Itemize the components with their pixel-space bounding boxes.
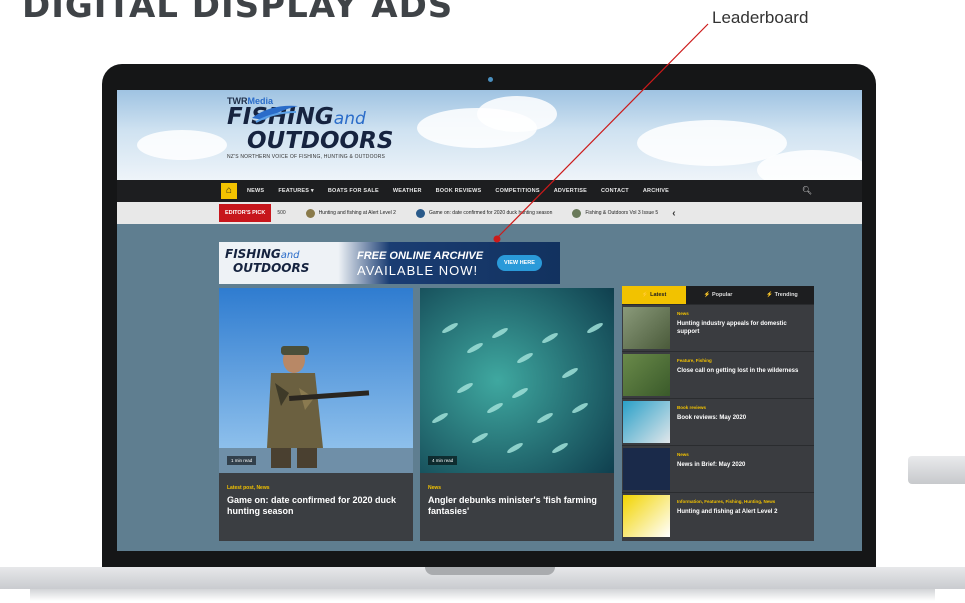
sidebar-tabs-widget: ⚡ Latest ⚡ Popular ⚡ Trending News Hunti… <box>622 286 814 541</box>
view-here-button[interactable]: VIEW HERE <box>497 255 542 271</box>
ticker-item[interactable]: Game on: date confirmed for 2020 duck hu… <box>415 208 553 218</box>
sidebar-article[interactable]: Book reviews Book reviews: May 2020 <box>622 398 814 445</box>
sidebar-tab-row: ⚡ Latest ⚡ Popular ⚡ Trending <box>622 286 814 304</box>
leaderboard-ad[interactable]: FISHINGand OUTDOORS FREE ONLINE ARCHIVE … <box>219 242 560 284</box>
hunter-photo <box>219 288 413 473</box>
ticker-item-text: Game on: date confirmed for 2020 duck hu… <box>428 210 553 216</box>
tab-latest[interactable]: ⚡ Latest <box>622 286 686 304</box>
card-category[interactable]: News <box>428 485 606 491</box>
nav-news[interactable]: NEWS <box>247 188 264 194</box>
article-title[interactable]: Hunting and fishing at Alert Level 2 <box>677 508 809 516</box>
nav-features[interactable]: FEATURES ▾ <box>278 188 314 194</box>
tab-trending[interactable]: ⚡ Trending <box>750 286 814 304</box>
nav-weather[interactable]: WEATHER <box>393 188 422 194</box>
camera-icon <box>488 77 493 82</box>
ticker-thumbnail <box>305 208 315 218</box>
ticker-thumbnail <box>572 208 582 218</box>
cloud-shape <box>137 130 227 160</box>
article-category: News <box>677 452 689 457</box>
nav-advertise[interactable]: ADVERTISE <box>554 188 587 194</box>
nav-boats-for-sale[interactable]: BOATS FOR SALE <box>328 188 379 194</box>
nav-contact[interactable]: CONTACT <box>601 188 629 194</box>
fish-school-photo <box>420 288 614 473</box>
sidebar-article[interactable]: Feature, Fishing Close call on getting l… <box>622 351 814 398</box>
article-thumbnail <box>623 448 670 490</box>
leaderboard-logo: FISHINGand OUTDOORS <box>225 248 309 274</box>
leaderboard-logo-fishing: FISHING <box>225 247 281 261</box>
nav-book-reviews[interactable]: BOOK REVIEWS <box>436 188 482 194</box>
slide: DIGITAL DISPLAY ADS Leaderboard TWRMedia… <box>0 0 965 603</box>
article-title[interactable]: Book reviews: May 2020 <box>677 414 809 422</box>
side-device <box>908 456 965 484</box>
search-icon[interactable]: 🔍︎ <box>802 186 812 195</box>
logo-line-2: OUTDOORS <box>247 128 394 154</box>
article-category: Feature, Fishing <box>677 358 712 363</box>
logo-and: and <box>333 109 366 129</box>
read-time: 4 min read <box>428 456 458 465</box>
article-thumbnail <box>623 401 670 443</box>
leaderboard-logo-and: and <box>280 250 300 261</box>
sidebar-article[interactable]: Information, Features, Fishing, Hunting,… <box>622 492 814 539</box>
ticker-tag: 500 <box>277 210 286 216</box>
leaderboard-subtitle: AVAILABLE NOW! <box>357 263 479 278</box>
article-thumbnail <box>623 307 670 349</box>
nav-competitions[interactable]: COMPETITIONS <box>495 188 539 194</box>
article-category: Book reviews <box>677 405 707 410</box>
leaderboard-logo-line-1: FISHINGand <box>225 248 309 262</box>
card-caption: Latest post, News Game on: date confirme… <box>219 473 413 541</box>
ticker-item-text: Fishing & Outdoors Vol 3 Issue 5 <box>585 210 659 216</box>
ticker-item[interactable]: Fishing & Outdoors Vol 3 Issue 5 <box>572 208 659 218</box>
article-card[interactable]: 1 min read Latest post, News Game on: da… <box>219 288 413 541</box>
logo-tagline: NZ'S NORTHERN VOICE OF FISHING, HUNTING … <box>227 154 386 160</box>
nav-archive[interactable]: ARCHIVE <box>643 188 669 194</box>
laptop-screen: TWRMedia FISHINGand OUTDOORS NZ'S NORTHE… <box>117 90 862 551</box>
article-title[interactable]: News in Brief: May 2020 <box>677 461 809 469</box>
article-title[interactable]: Close call on getting lost in the wilder… <box>677 367 809 375</box>
laptop-shadow <box>30 589 935 601</box>
sidebar-article[interactable]: News Hunting industry appeals for domest… <box>622 304 814 351</box>
article-title[interactable]: Hunting industry appeals for domestic su… <box>677 320 809 336</box>
home-icon[interactable]: ⌂ <box>221 183 237 199</box>
read-time: 1 min read <box>227 456 257 465</box>
article-category: News <box>677 311 689 316</box>
article-category: Information, Features, Fishing, Hunting,… <box>677 499 776 504</box>
tab-popular[interactable]: ⚡ Popular <box>686 286 750 304</box>
ticker-thumbnail <box>415 208 425 218</box>
page-heading: DIGITAL DISPLAY ADS <box>22 0 454 26</box>
editors-pick-label: EDITOR'S PICK <box>219 204 272 222</box>
news-ticker: EDITOR'S PICK 500 Hunting and fishing at… <box>117 202 862 224</box>
card-category[interactable]: Latest post, News <box>227 485 405 491</box>
article-thumbnail <box>623 495 670 537</box>
card-caption: News Angler debunks minister's 'fish far… <box>420 473 614 541</box>
ticker-item[interactable]: Hunting and fishing at Alert Level 2 <box>305 208 396 218</box>
ticker-item-text: Hunting and fishing at Alert Level 2 <box>318 210 396 216</box>
card-title[interactable]: Game on: date confirmed for 2020 duck hu… <box>227 495 405 517</box>
laptop-notch <box>425 567 555 575</box>
article-card[interactable]: 4 min read News Angler debunks minister'… <box>420 288 614 541</box>
card-title[interactable]: Angler debunks minister's 'fish farming … <box>428 495 606 517</box>
cloud-shape <box>477 96 557 132</box>
sidebar-article[interactable]: News News in Brief: May 2020 <box>622 445 814 492</box>
article-thumbnail <box>623 354 670 396</box>
site-header: TWRMedia FISHINGand OUTDOORS NZ'S NORTHE… <box>117 90 862 180</box>
callout-label: Leaderboard <box>712 8 809 27</box>
fish-wave-icon <box>252 105 298 123</box>
leaderboard-title: FREE ONLINE ARCHIVE <box>357 250 484 262</box>
main-nav: ⌂ NEWS FEATURES ▾ BOATS FOR SALE WEATHER… <box>117 180 862 202</box>
leaderboard-logo-line-2: OUTDOORS <box>233 261 310 275</box>
ticker-prev-icon[interactable]: ‹ <box>672 208 675 219</box>
